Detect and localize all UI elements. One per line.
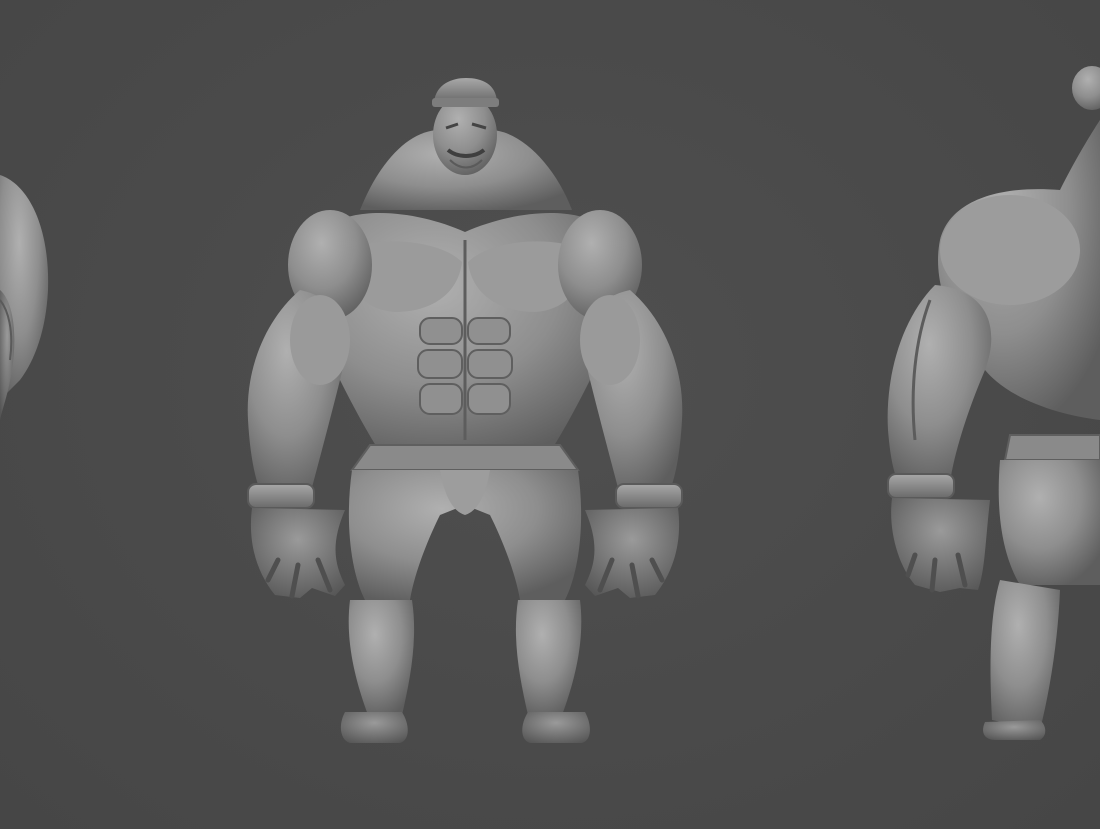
character-sculpt-render bbox=[0, 66, 1100, 743]
sculpt-viewport[interactable] bbox=[0, 0, 1100, 829]
front-view-model bbox=[247, 78, 683, 743]
left-side-view-model bbox=[0, 175, 49, 420]
back-view-model bbox=[887, 66, 1100, 740]
